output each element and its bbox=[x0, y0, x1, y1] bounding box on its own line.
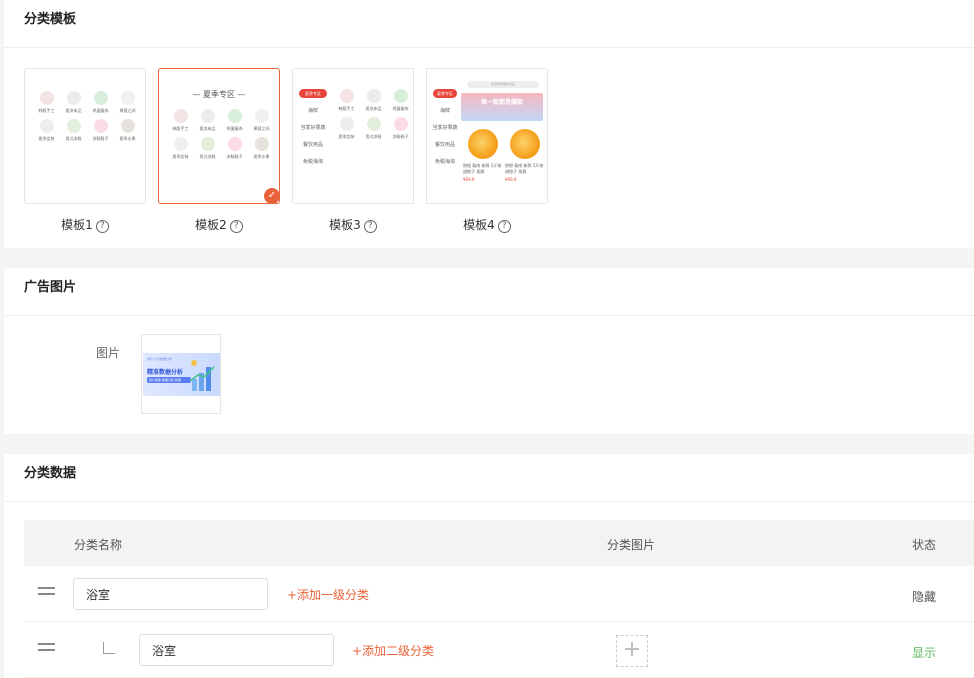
help-icon[interactable]: ? bbox=[497, 220, 511, 233]
status-toggle[interactable]: 隐藏 bbox=[912, 588, 936, 605]
template-label-3: 模板3? bbox=[292, 216, 414, 233]
template-label-1: 模板1? bbox=[24, 216, 146, 233]
product-card: 脐橙 赣南 新鲜 5斤装 甜橙子 现摘 ¥69.9 bbox=[463, 129, 502, 182]
template-label-2: 模板2? bbox=[158, 216, 280, 233]
col-name-header: 分类名称 bbox=[74, 538, 123, 552]
ad-banner: 用户 行为数据分析 精准数据分析 用户画像 数据分析 营销 bbox=[143, 353, 220, 396]
category-name-input[interactable] bbox=[73, 578, 268, 610]
template-card-1[interactable]: 韩版手工 夏凉床品 鸡蛋瘦肉 果蔬之间 夏季女装 男式凉鞋 凉鞋鞋子 夏季水果 bbox=[24, 68, 146, 204]
drag-handle-icon[interactable] bbox=[38, 643, 55, 651]
promo-banner: 每一款都是爆款 bbox=[461, 93, 543, 121]
table-row: +添加二级分类 + 显示 bbox=[24, 622, 974, 678]
help-icon[interactable]: ? bbox=[229, 220, 243, 233]
table-header: 分类名称 分类图片 状态 bbox=[24, 520, 974, 566]
zone-title: — 夏季专区 — bbox=[192, 90, 246, 99]
chart-illustration-icon bbox=[189, 360, 215, 391]
search-bar: 搜索你想要的商品 bbox=[467, 81, 539, 88]
ad-image-thumbnail[interactable]: 用户 行为数据分析 精准数据分析 用户画像 数据分析 营销 bbox=[141, 334, 221, 414]
add-level1-category-link[interactable]: +添加一级分类 bbox=[287, 586, 369, 603]
section-title: 广告图片 bbox=[4, 268, 974, 316]
child-indent-icon bbox=[103, 642, 115, 654]
category-data-section: 分类数据 分类名称 分类图片 状态 +添加一级分类 隐藏 +添加二级分类 + 显… bbox=[4, 454, 974, 678]
template-2-grid: 韩版手工 夏凉床品 鸡蛋瘦肉 果蔬之间 夏季女装 男式凉鞋 凉鞋鞋子 夏季水果 bbox=[167, 109, 275, 159]
product-card: 脐橙 赣南 新鲜 5斤装 甜橙子 现摘 ¥69.9 bbox=[505, 129, 544, 182]
template-3-sidebar: 夏季专区 海鲜 当季好果蔬 餐饮用品 免税海淘 bbox=[299, 89, 327, 165]
template-1-grid: 韩版手工 夏凉床品 鸡蛋瘦肉 果蔬之间 夏季女装 男式凉鞋 凉鞋鞋子 夏季水果 bbox=[33, 91, 141, 141]
help-icon[interactable]: ? bbox=[95, 220, 109, 233]
help-icon[interactable]: ? bbox=[363, 220, 377, 233]
section-title: 分类模板 bbox=[4, 0, 974, 48]
upload-image-button[interactable]: + bbox=[616, 635, 648, 667]
template-card-2[interactable]: — 夏季专区 — 韩版手工 夏凉床品 鸡蛋瘦肉 果蔬之间 夏季女装 男式凉鞋 凉… bbox=[158, 68, 280, 204]
template-card-3[interactable]: 夏季专区 海鲜 当季好果蔬 餐饮用品 免税海淘 韩版手工 夏凉床品 鸡蛋瘦肉 夏… bbox=[292, 68, 414, 204]
template-label-4: 模板4? bbox=[426, 216, 548, 233]
orange-image bbox=[509, 129, 540, 159]
template-card-4[interactable]: 夏季专区 海鲜 当季好果蔬 餐饮用品 免税海淘 搜索你想要的商品 每一款都是爆款… bbox=[426, 68, 548, 204]
templates-section: 分类模板 韩版手工 夏凉床品 鸡蛋瘦肉 果蔬之间 夏季女装 男式凉鞋 凉鞋鞋子 … bbox=[4, 0, 974, 248]
section-title: 分类数据 bbox=[4, 454, 974, 502]
drag-handle-icon[interactable] bbox=[38, 587, 55, 595]
col-image-header: 分类图片 bbox=[607, 538, 656, 552]
template-4-sidebar: 夏季专区 海鲜 当季好果蔬 餐饮用品 免税海淘 bbox=[432, 89, 458, 165]
subcategory-name-input[interactable] bbox=[139, 634, 334, 666]
ad-section: 广告图片 图片 用户 行为数据分析 精准数据分析 用户画像 数据分析 营销 bbox=[4, 268, 974, 434]
add-level2-category-link[interactable]: +添加二级分类 bbox=[352, 642, 434, 659]
orange-image bbox=[467, 129, 498, 159]
template-3-grid: 韩版手工 夏凉床品 鸡蛋瘦肉 夏季女装 男式凉鞋 凉鞋鞋子 bbox=[333, 89, 413, 139]
table-row: +添加一级分类 隐藏 bbox=[24, 566, 974, 622]
col-status-header: 状态 bbox=[912, 538, 937, 552]
image-field-label: 图片 bbox=[96, 346, 121, 360]
status-toggle[interactable]: 显示 bbox=[912, 644, 936, 661]
selected-check-icon: ✓ bbox=[264, 188, 279, 203]
